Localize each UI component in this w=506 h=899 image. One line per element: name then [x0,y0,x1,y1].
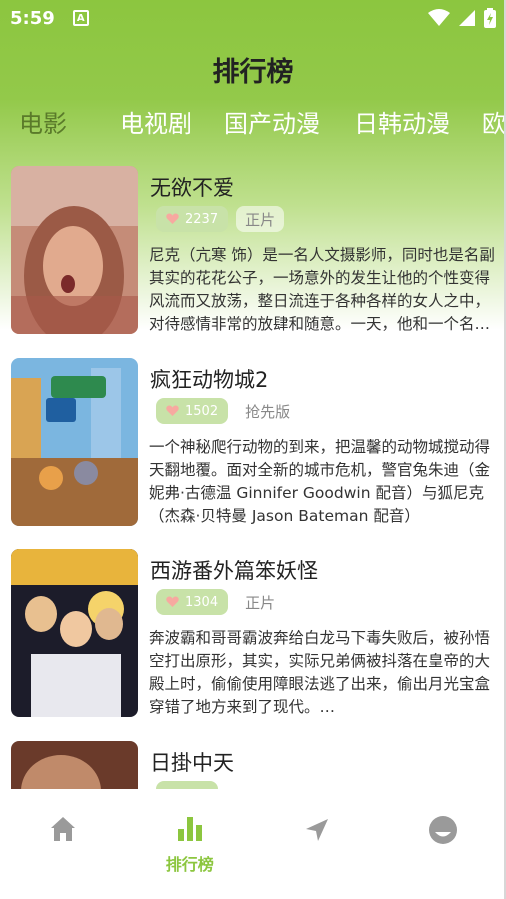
poster-image [11,358,138,526]
battery-charging-icon [484,8,496,28]
item-title: 西游番外篇笨妖怪 [150,559,318,583]
nav-profile[interactable] [380,789,506,899]
item-meta: 1304 正片 [156,589,285,615]
version-tag: 抢先版 [236,398,300,424]
list-item[interactable]: 疯狂动物城2 1502 抢先版 一个神秘爬行动物的到来，把温馨的动物城搅动得天翻… [0,356,506,528]
item-meta: 2237 正片 [156,206,285,232]
tab-western[interactable]: 欧 [482,104,506,139]
tab-movie[interactable]: 电影 [19,104,67,139]
nav-home[interactable] [0,789,127,899]
heart-icon [166,405,179,416]
version-tag: 正片 [236,206,285,232]
like-count-badge: 1502 [156,398,229,424]
heart-icon [166,596,179,607]
list-item[interactable]: 无欲不爱 2237 正片 尼克（亢寒 饰）是一名人文摄影师，同时也是名副其实的花… [0,164,506,336]
like-count: 1304 [185,594,219,610]
poster-image [11,166,138,334]
status-time: 5:59 [10,7,55,29]
list-item[interactable]: 日掛中天 [0,739,506,789]
like-count: 1502 [185,403,219,419]
like-count-badge: 1304 [156,589,229,615]
tab-domestic-anime[interactable]: 国产动漫 [224,104,320,139]
item-meta [156,781,218,789]
poster-image [11,741,138,789]
item-meta: 1502 抢先版 [156,398,300,424]
home-icon [51,817,76,841]
tab-tv-series[interactable]: 电视剧 [120,104,192,139]
profile-icon [428,816,457,844]
ranking-list: 无欲不爱 2237 正片 尼克（亢寒 饰）是一名人文摄影师，同时也是名副其实的花… [0,164,506,789]
like-count: 2237 [185,211,219,227]
nav-discover[interactable] [253,789,380,899]
a-notification-icon: A [72,10,89,26]
like-count-badge: 2237 [156,206,229,232]
poster-image [11,549,138,717]
category-tabs: 电影 电视剧 国产动漫 日韩动漫 欧 [0,100,506,144]
status-bar: 5:59 A [0,0,506,36]
status-icons [428,8,496,28]
nav-ranking[interactable]: 排行榜 [127,789,254,899]
signal-icon [458,9,476,27]
item-title: 疯狂动物城2 [150,368,269,392]
item-description: 尼克（亢寒 饰）是一名人文摄影师，同时也是名副其实的花花公子，一场意外的发生让他… [149,246,495,333]
heart-icon [166,213,179,224]
bar-chart-icon [177,817,202,841]
send-icon [306,819,329,841]
item-title: 日掛中天 [150,751,234,775]
version-tag: 正片 [236,589,285,615]
item-title: 无欲不爱 [150,176,234,200]
list-item[interactable]: 西游番外篇笨妖怪 1304 正片 奔波霸和哥哥霸波奔给白龙马下毒失败后，被孙悟空… [0,547,506,719]
like-count-badge [156,781,218,789]
item-description: 一个神秘爬行动物的到来，把温馨的动物城搅动得天翻地覆。面对全新的城市危机，警官兔… [149,438,491,525]
wifi-icon [428,9,450,27]
nav-ranking-label: 排行榜 [165,855,214,874]
bottom-navigation: 排行榜 [0,789,506,899]
tab-jk-anime[interactable]: 日韩动漫 [354,104,450,139]
item-description: 奔波霸和哥哥霸波奔给白龙马下毒失败后，被孙悟空打出原形，其实，实际兄弟俩被抖落在… [149,629,491,716]
page-title: 排行榜 [212,56,294,88]
